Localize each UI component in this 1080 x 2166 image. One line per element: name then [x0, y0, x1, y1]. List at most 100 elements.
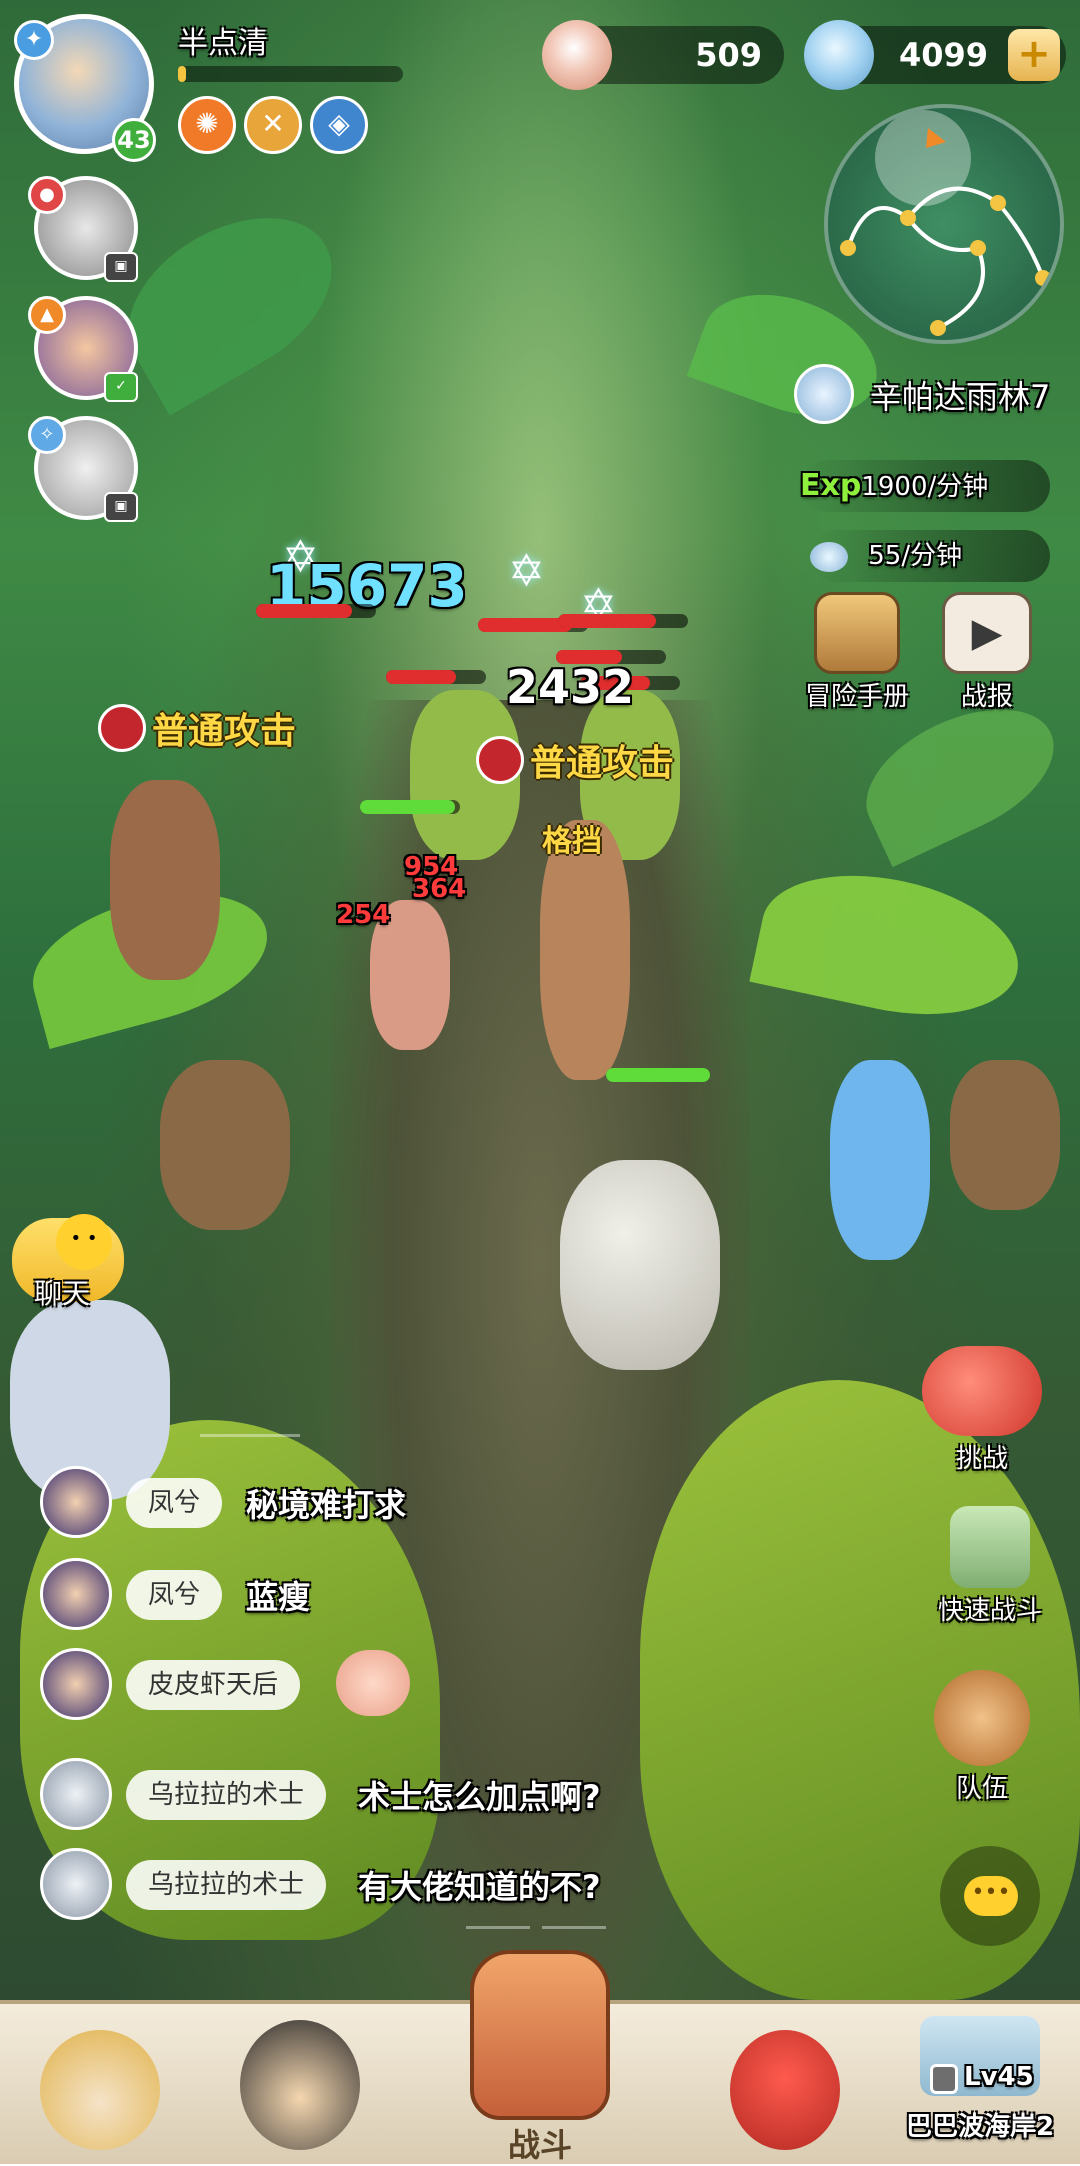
gem-rate-pill: 55/分钟 — [810, 530, 1050, 582]
normal-attack-icon — [476, 736, 524, 784]
status-icon: ▣ — [104, 492, 138, 522]
ghost-icon: • • — [56, 1214, 112, 1270]
exp-rate: 1900/分钟 — [861, 472, 989, 502]
gem-rate: 55/分钟 — [868, 541, 963, 571]
chat-message-text: 术士怎么加点啊? — [358, 1778, 601, 1816]
video-play-icon: ▶ — [942, 592, 1032, 674]
chat-sender-name: 凤兮 — [126, 1478, 223, 1528]
chat-sender-name: 皮皮虾天后 — [126, 1660, 301, 1710]
brown-creature — [110, 780, 220, 980]
blue-hair-ally — [830, 1060, 930, 1260]
star-effect-icon: ✡ — [508, 546, 545, 597]
flame-element-icon: ▲ — [28, 296, 66, 334]
pearl-icon — [542, 20, 612, 90]
enemy-hp-bar — [256, 604, 376, 618]
ice-element-icon: ✧ — [28, 416, 66, 454]
locked-stage-level: Lv45 — [964, 2062, 1034, 2092]
chat-message-text: 秘境难打求 — [246, 1486, 407, 1524]
chat-sender-name: 凤兮 — [126, 1570, 223, 1620]
tab-hero-warrior[interactable] — [230, 2010, 370, 2150]
damage-number-small: 364 — [412, 874, 467, 904]
egg-pet-player — [560, 1160, 720, 1370]
red-dino-pet-icon — [730, 2030, 840, 2150]
gem-icon — [804, 20, 874, 90]
fire-buff-icon[interactable]: ✺ — [178, 96, 236, 154]
fire-element-icon: ● — [28, 176, 66, 214]
gem-currency: 4099 + — [804, 20, 1066, 90]
challenge-label: 挑战 — [955, 1444, 1008, 1474]
minimap-route — [840, 110, 1051, 336]
online-status-icon: ✓ — [104, 372, 138, 402]
player-level-badge: 43 — [112, 118, 156, 162]
chat-avatar — [40, 1848, 112, 1920]
locked-stage-name: 巴巴波海岸2 — [905, 2112, 1055, 2142]
normal-attack-icon — [98, 704, 146, 752]
attack-label: 普通攻击 — [530, 743, 675, 784]
team-label: 队伍 — [955, 1774, 1008, 1804]
tiki-mask-icon — [470, 1950, 610, 2120]
battle-report-button[interactable]: ▶ 战报 — [932, 592, 1042, 713]
status-icon: ▣ — [104, 252, 138, 282]
lock-icon — [930, 2064, 958, 2094]
chat-sender-name: 乌拉拉的术士 — [126, 1860, 327, 1910]
locked-stage-tab[interactable]: Lv45 巴巴波海岸2 — [890, 2010, 1070, 2150]
stage-icon — [794, 364, 854, 424]
chat-avatar — [40, 1648, 112, 1720]
stone-totem-icon — [950, 1506, 1030, 1588]
player-pet-hp-bar — [606, 1068, 710, 1082]
tab-hero-caveman[interactable] — [30, 2010, 170, 2150]
exp-rate-pill: Exp1900/分钟 — [800, 460, 1050, 512]
ally-hp-bar — [360, 800, 460, 814]
sloth-creature — [950, 1060, 1060, 1210]
map-location-name: 辛帕达雨林7 — [870, 378, 1051, 416]
add-currency-button[interactable]: + — [1008, 29, 1060, 81]
shield-buff-icon[interactable]: ◈ — [310, 96, 368, 154]
damage-number-small: 254 — [336, 900, 391, 930]
chat-page-indicator — [542, 1926, 606, 1929]
chat-divider — [200, 1434, 300, 1437]
pearl-currency: 509 — [542, 20, 784, 90]
chat-message-text: 有大佬知道的不? — [358, 1868, 601, 1906]
chat-avatar — [40, 1558, 112, 1630]
element-icon: ✦ — [14, 20, 54, 60]
player-name: 半点清 — [178, 26, 268, 61]
quick-battle-button[interactable]: 快速战斗 — [920, 1506, 1060, 1627]
chat-message-text: 蓝瘦 — [246, 1578, 311, 1616]
battle-report-label: 战报 — [960, 682, 1013, 712]
attack-label: 普通攻击 — [152, 711, 297, 752]
gem-small-icon — [810, 541, 848, 572]
damage-number: 2432 — [506, 660, 635, 714]
pearl-count: 509 — [695, 36, 762, 74]
enemy-hp-bar — [386, 670, 486, 684]
speech-bubble-icon: ••• — [964, 1876, 1018, 1916]
sloth-creature — [160, 1060, 290, 1230]
minimap[interactable] — [824, 104, 1064, 344]
chat-label: 聊天 — [34, 1277, 91, 1310]
handbook-label: 冒险手册 — [804, 682, 909, 712]
chat-avatar — [40, 1466, 112, 1538]
red-dino-icon — [922, 1346, 1042, 1436]
chat-page-indicator — [466, 1926, 530, 1929]
block-label: 格挡 — [542, 824, 602, 859]
chat-button[interactable]: • • 聊天 — [8, 1214, 128, 1334]
warrior-icon — [240, 2020, 360, 2150]
cavemen-icon — [934, 1670, 1030, 1766]
tab-battle-label: 战斗 — [507, 2126, 572, 2164]
quick-battle-label: 快速战斗 — [937, 1596, 1042, 1626]
caveman-icon — [40, 2030, 160, 2150]
emote-button[interactable]: ••• — [940, 1846, 1040, 1946]
book-icon — [814, 592, 900, 674]
enemy-hp-bar — [558, 614, 688, 628]
tab-pet[interactable] — [710, 2010, 850, 2150]
challenge-button[interactable]: 挑战 — [912, 1346, 1052, 1475]
tab-battle[interactable]: 战斗 — [440, 1950, 640, 2164]
team-button[interactable]: 队伍 — [922, 1670, 1042, 1805]
chat-sender-name: 乌拉拉的术士 — [126, 1770, 327, 1820]
axe-buff-icon[interactable]: ✕ — [244, 96, 302, 154]
exp-label: Exp — [800, 468, 862, 503]
player-exp-bar — [178, 66, 403, 82]
gem-count: 4099 — [898, 36, 988, 74]
angel-pig-emoji-icon — [336, 1650, 410, 1716]
adventure-handbook-button[interactable]: 冒险手册 — [792, 592, 922, 713]
chat-avatar — [40, 1758, 112, 1830]
